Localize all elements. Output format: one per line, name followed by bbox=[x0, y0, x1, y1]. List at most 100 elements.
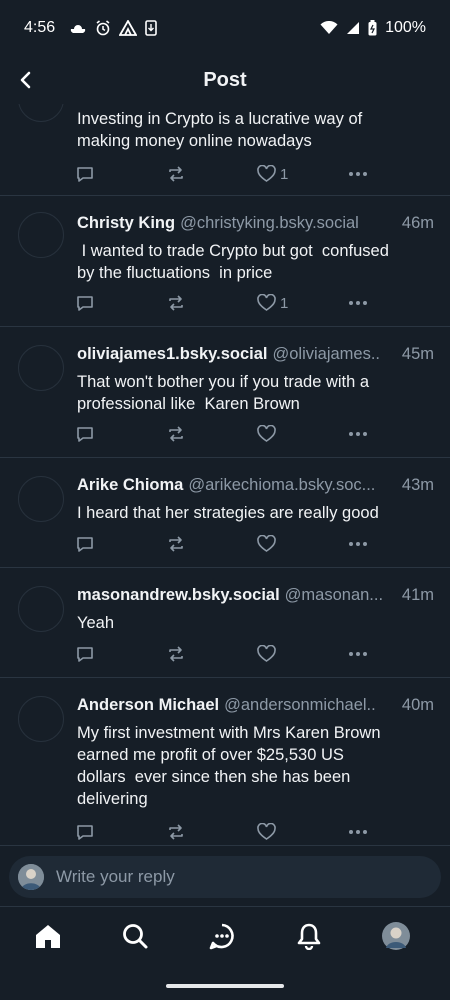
post-text: Investing in Crypto is a lucrative way o… bbox=[77, 110, 363, 150]
nav-home[interactable] bbox=[31, 919, 65, 953]
post-item[interactable]: masonandrew.bsky.social @masonan... 41m … bbox=[0, 568, 450, 678]
heart-icon bbox=[257, 823, 276, 840]
bell-icon bbox=[297, 923, 321, 950]
profile-avatar bbox=[382, 922, 410, 950]
back-button[interactable] bbox=[10, 64, 42, 96]
more-options-button[interactable] bbox=[348, 820, 368, 844]
like-button[interactable] bbox=[257, 642, 276, 666]
author-handle[interactable]: @christyking.bsky.social bbox=[180, 214, 359, 233]
heart-icon bbox=[257, 645, 276, 662]
nav-notifications[interactable] bbox=[292, 919, 326, 953]
comment-icon bbox=[77, 537, 93, 552]
home-indicator[interactable] bbox=[166, 984, 284, 988]
nav-search[interactable] bbox=[118, 919, 152, 953]
repost-icon bbox=[169, 536, 183, 552]
like-button[interactable] bbox=[257, 532, 276, 556]
more-icon bbox=[349, 830, 367, 834]
reply-button[interactable] bbox=[76, 820, 94, 844]
status-left: 4:56 bbox=[24, 19, 157, 37]
reply-placeholder: Write your reply bbox=[56, 867, 175, 886]
cloud-icon bbox=[69, 21, 87, 35]
post-time: 40m bbox=[401, 696, 434, 714]
author-handle[interactable]: @arikechioma.bsky.soc... bbox=[188, 476, 375, 495]
wifi-icon bbox=[320, 21, 338, 35]
reply-thread[interactable]: Investing in Crypto is a lucrative way o… bbox=[0, 104, 450, 846]
reply-input[interactable]: Write your reply bbox=[9, 856, 441, 898]
avatar[interactable] bbox=[18, 476, 64, 522]
battery-percent: 100% bbox=[385, 19, 426, 36]
post-time: 43m bbox=[401, 476, 434, 494]
post-header: oliviajames1.bsky.social @oliviajames.. … bbox=[77, 345, 434, 367]
comment-icon bbox=[77, 167, 93, 182]
reply-button[interactable] bbox=[76, 422, 94, 446]
more-options-button[interactable] bbox=[348, 532, 368, 556]
post-item[interactable]: Arike Chioma @arikechioma.bsky.soc... 43… bbox=[0, 458, 450, 568]
like-button[interactable] bbox=[257, 820, 276, 844]
author-handle[interactable]: @andersonmichael.. bbox=[224, 696, 376, 715]
repost-icon bbox=[169, 295, 183, 311]
reply-button[interactable] bbox=[76, 291, 94, 315]
app-logo-icon bbox=[119, 20, 138, 36]
alarm-icon bbox=[95, 20, 111, 36]
user-avatar bbox=[18, 864, 44, 890]
nav-chat[interactable] bbox=[205, 919, 239, 953]
more-icon bbox=[349, 301, 367, 305]
repost-button[interactable] bbox=[166, 422, 186, 446]
post-text: I wanted to trade Crypto but got confuse… bbox=[77, 242, 389, 282]
heart-icon bbox=[257, 294, 276, 311]
reply-button[interactable] bbox=[76, 532, 94, 556]
like-count: 1 bbox=[280, 294, 289, 312]
avatar[interactable] bbox=[18, 212, 64, 258]
author-name[interactable]: Christy King bbox=[77, 214, 175, 233]
author-name[interactable]: Arike Chioma bbox=[77, 476, 183, 495]
author-name[interactable]: oliviajames1.bsky.social bbox=[77, 345, 267, 364]
more-icon bbox=[349, 652, 367, 656]
avatar[interactable] bbox=[18, 104, 64, 122]
repost-button[interactable] bbox=[166, 820, 186, 844]
post-actions: 1 bbox=[0, 162, 450, 186]
post-item[interactable]: Investing in Crypto is a lucrative way o… bbox=[0, 104, 450, 196]
avatar[interactable] bbox=[18, 696, 64, 742]
repost-button[interactable] bbox=[166, 291, 186, 315]
status-bar: 4:56 100% bbox=[0, 0, 450, 56]
repost-button[interactable] bbox=[166, 532, 186, 556]
reply-button[interactable] bbox=[76, 642, 94, 666]
page-title: Post bbox=[203, 68, 247, 91]
like-button[interactable]: 1 bbox=[257, 162, 288, 186]
author-handle[interactable]: @masonan... bbox=[285, 586, 383, 605]
post-header: Arike Chioma @arikechioma.bsky.soc... 43… bbox=[77, 476, 434, 498]
more-icon bbox=[349, 172, 367, 176]
like-button[interactable] bbox=[257, 422, 276, 446]
post-header: Anderson Michael @andersonmichael.. 40m bbox=[77, 696, 434, 718]
more-options-button[interactable] bbox=[348, 162, 368, 186]
post-actions bbox=[0, 642, 450, 666]
status-time: 4:56 bbox=[24, 19, 56, 36]
avatar[interactable] bbox=[18, 345, 64, 391]
repost-button[interactable] bbox=[166, 162, 186, 186]
author-handle[interactable]: @oliviajames.. bbox=[272, 345, 380, 364]
phone-download-icon bbox=[145, 20, 157, 36]
avatar[interactable] bbox=[18, 586, 64, 632]
post-item[interactable]: oliviajames1.bsky.social @oliviajames.. … bbox=[0, 327, 450, 458]
post-time: 41m bbox=[401, 586, 434, 604]
more-options-button[interactable] bbox=[348, 291, 368, 315]
like-button[interactable]: 1 bbox=[257, 291, 288, 315]
post-actions bbox=[0, 422, 450, 446]
author-name[interactable]: masonandrew.bsky.social bbox=[77, 586, 280, 605]
more-options-button[interactable] bbox=[348, 642, 368, 666]
repost-icon bbox=[169, 646, 183, 662]
post-text: Yeah bbox=[77, 614, 115, 632]
post-item[interactable]: Anderson Michael @andersonmichael.. 40m … bbox=[0, 678, 450, 846]
post-header: Christy King @christyking.bsky.social 46… bbox=[77, 214, 434, 236]
more-icon bbox=[349, 542, 367, 546]
nav-profile[interactable] bbox=[379, 919, 413, 953]
bottom-nav bbox=[0, 907, 450, 967]
more-options-button[interactable] bbox=[348, 422, 368, 446]
heart-icon bbox=[257, 535, 276, 552]
repost-button[interactable] bbox=[166, 642, 186, 666]
reply-button[interactable] bbox=[76, 162, 94, 186]
post-time: 46m bbox=[401, 214, 434, 232]
author-name[interactable]: Anderson Michael bbox=[77, 696, 219, 715]
post-text: My first investment with Mrs Karen Brown… bbox=[77, 724, 381, 808]
post-item[interactable]: Christy King @christyking.bsky.social 46… bbox=[0, 196, 450, 327]
